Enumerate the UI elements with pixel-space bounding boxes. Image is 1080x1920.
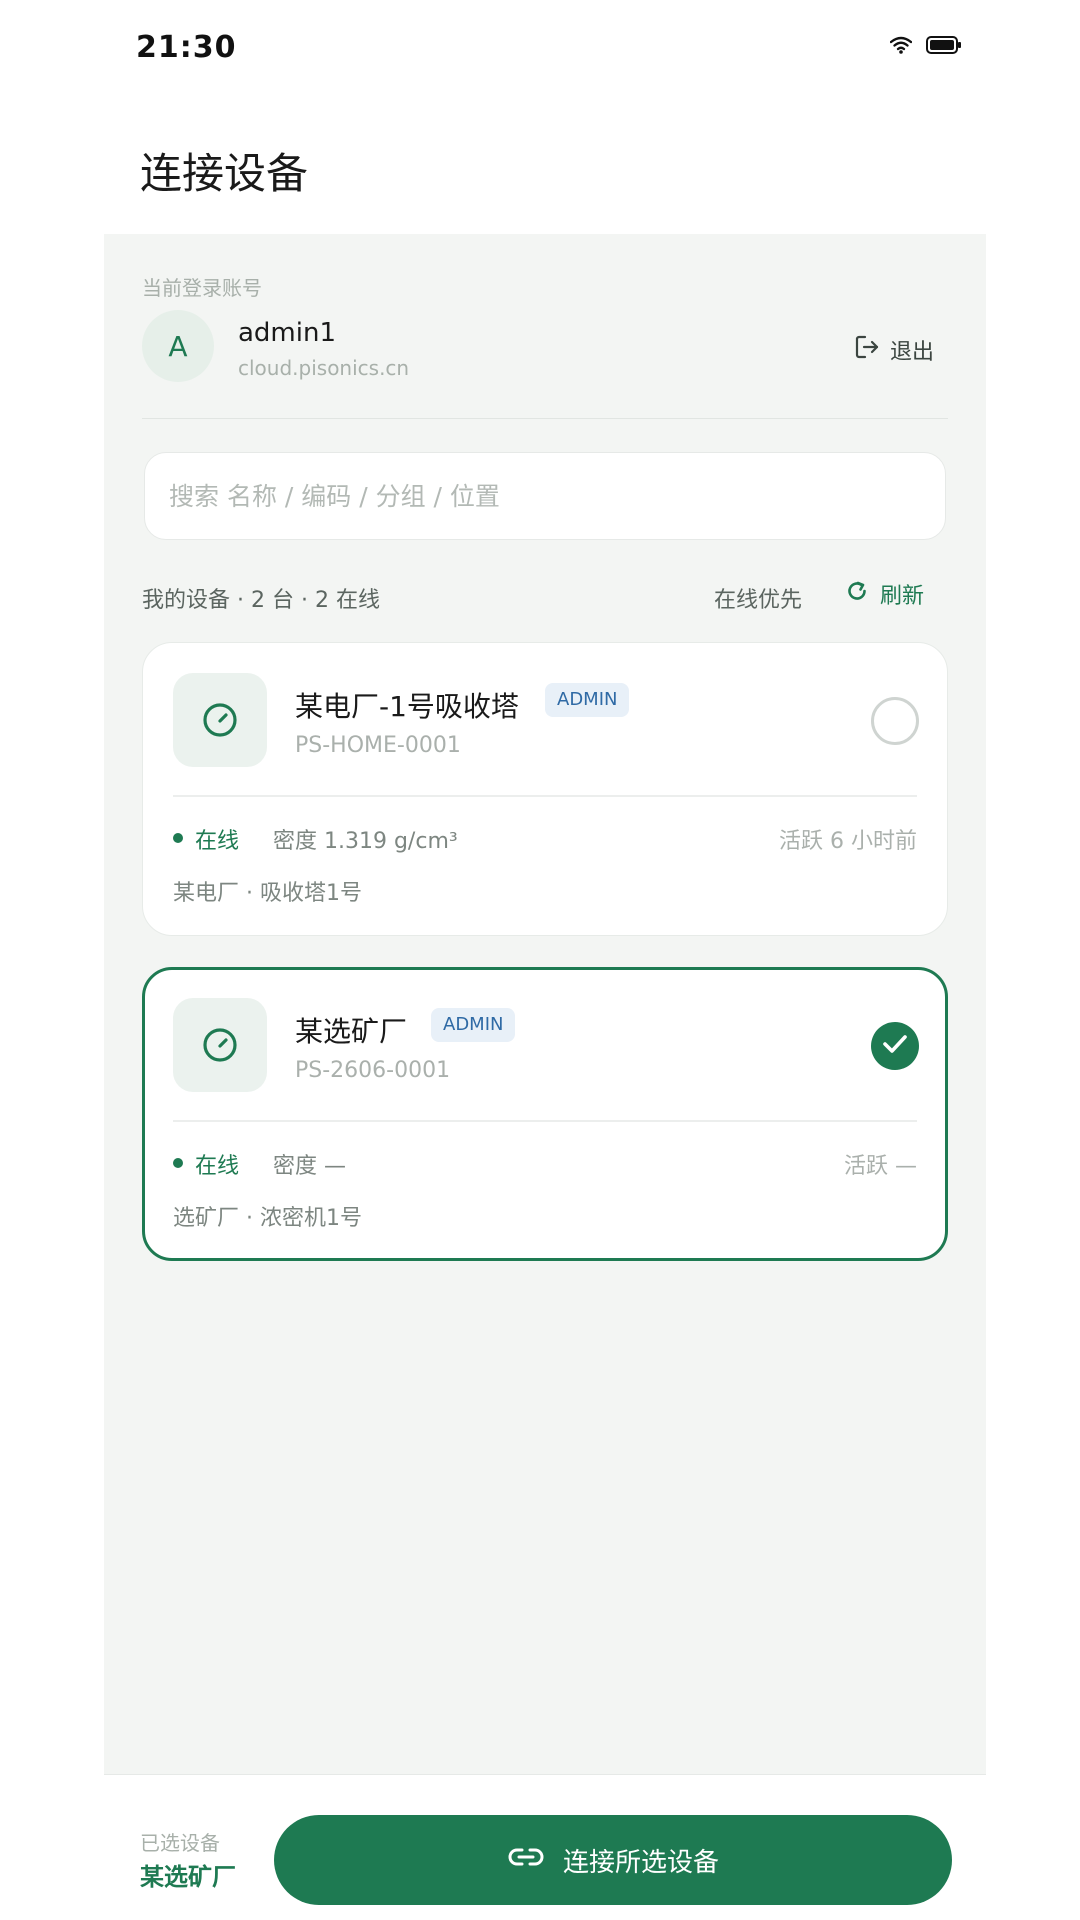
status-time: 21:30 bbox=[136, 30, 237, 65]
gauge-icon bbox=[173, 998, 267, 1092]
gauge-icon bbox=[173, 673, 267, 767]
selected-device-name: 某选矿厂 bbox=[140, 1863, 236, 1891]
refresh-icon bbox=[846, 580, 868, 608]
refresh-label: 刷新 bbox=[880, 584, 925, 609]
device-name: 某电厂-1号吸收塔 bbox=[295, 690, 519, 723]
last-active: 活跃 6 小时前 bbox=[779, 829, 917, 854]
online-status: 在线 bbox=[195, 1154, 240, 1179]
device-code: PS-2606-0001 bbox=[295, 1058, 451, 1083]
account-caption: 当前登录账号 bbox=[142, 276, 262, 300]
bottom-action-bar: 已选设备 某选矿厂 连接所选设备 bbox=[104, 1774, 986, 1920]
page-title: 连接设备 bbox=[140, 149, 309, 198]
divider bbox=[142, 418, 948, 419]
device-name: 某选矿厂 bbox=[295, 1015, 408, 1048]
role-badge: ADMIN bbox=[545, 683, 630, 717]
connect-label: 连接所选设备 bbox=[562, 1847, 719, 1878]
link-icon bbox=[507, 1845, 545, 1875]
device-list-summary: 我的设备 · 2 台 · 2 在线 bbox=[142, 588, 380, 613]
device-card-selected[interactable]: 某选矿厂 ADMIN PS-2606-0001 在线 密度 — 活跃 — 选矿厂… bbox=[142, 967, 948, 1261]
logout-icon bbox=[854, 334, 880, 366]
connect-selected-button[interactable]: 连接所选设备 bbox=[274, 1815, 952, 1905]
online-dot bbox=[173, 833, 183, 843]
refresh-button[interactable]: 刷新 bbox=[846, 578, 924, 610]
logout-label: 退出 bbox=[889, 340, 934, 365]
device-card[interactable]: 某电厂-1号吸收塔 ADMIN PS-HOME-0001 在线 密度 1.319… bbox=[142, 642, 948, 936]
main-panel: 当前登录账号 A admin1 cloud.pisonics.cn 退出 我的设… bbox=[104, 234, 986, 1774]
status-icons bbox=[889, 36, 962, 58]
battery-icon bbox=[926, 36, 962, 58]
last-active: 活跃 — bbox=[844, 1154, 917, 1179]
online-status: 在线 bbox=[195, 829, 240, 854]
device-code: PS-HOME-0001 bbox=[295, 733, 461, 758]
device-status-row: 在线 密度 1.319 g/cm³ 活跃 6 小时前 bbox=[173, 823, 917, 854]
device-location: 某电厂 · 吸收塔1号 bbox=[173, 881, 362, 906]
device-location: 选矿厂 · 浓密机1号 bbox=[173, 1206, 362, 1231]
sort-online-first[interactable]: 在线优先 bbox=[714, 582, 802, 614]
role-badge: ADMIN bbox=[431, 1008, 516, 1042]
selected-device-caption: 已选设备 bbox=[140, 1831, 220, 1855]
check-icon bbox=[882, 1034, 908, 1058]
select-radio[interactable] bbox=[871, 697, 919, 745]
density-value: 密度 1.319 g/cm³ bbox=[273, 829, 458, 854]
selected-check[interactable] bbox=[871, 1022, 919, 1070]
status-bar: 21:30 bbox=[0, 0, 1080, 100]
account-host: cloud.pisonics.cn bbox=[238, 356, 410, 380]
card-divider bbox=[173, 795, 917, 797]
account-name: admin1 bbox=[238, 318, 337, 348]
device-status-row: 在线 密度 — 活跃 — bbox=[173, 1148, 917, 1179]
logout-button[interactable]: 退出 bbox=[854, 334, 934, 366]
card-divider bbox=[173, 1120, 917, 1122]
search-input[interactable] bbox=[144, 452, 946, 540]
online-dot bbox=[173, 1158, 183, 1168]
avatar: A bbox=[142, 310, 214, 382]
wifi-icon bbox=[889, 36, 913, 58]
density-value: 密度 — bbox=[273, 1154, 346, 1179]
